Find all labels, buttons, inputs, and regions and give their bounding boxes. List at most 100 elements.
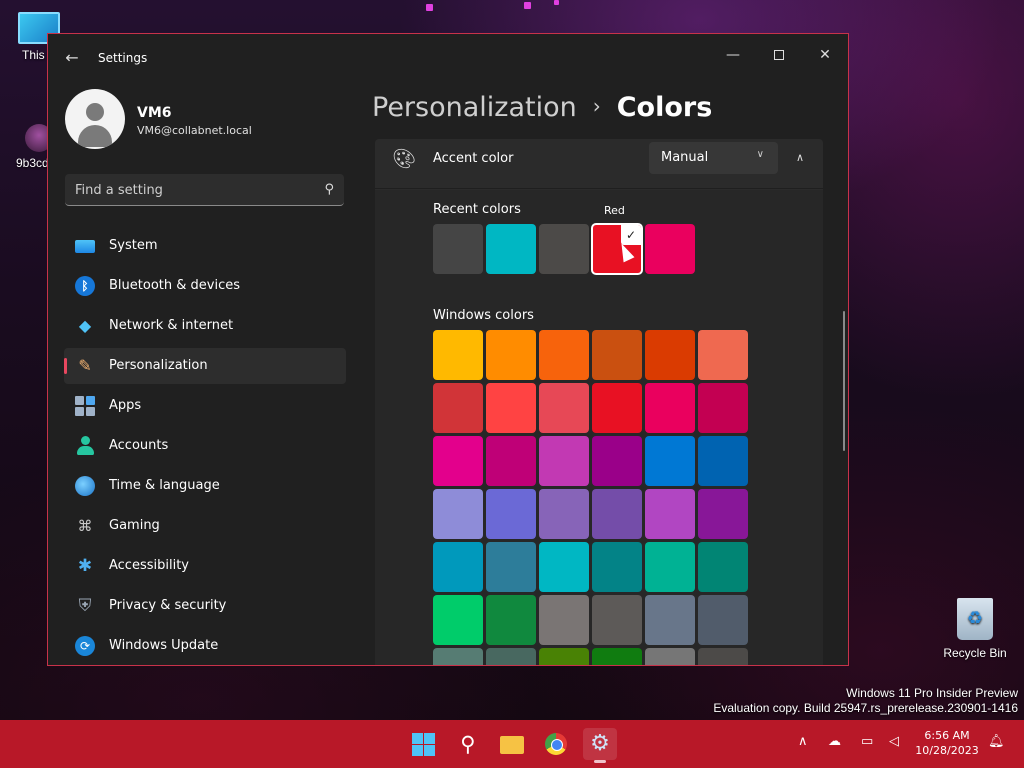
sidebar-item-accounts[interactable]: Accounts xyxy=(64,428,346,464)
windows-color-swatch[interactable] xyxy=(698,595,748,645)
windows-color-swatch[interactable] xyxy=(698,648,748,665)
sidebar-item-time-language[interactable]: Time & language xyxy=(64,468,346,504)
taskbar-settings[interactable]: ⚙ xyxy=(583,728,617,763)
recent-color-swatch[interactable] xyxy=(645,224,695,274)
collapse-button[interactable]: ∧ xyxy=(784,142,816,174)
windows-color-swatch[interactable] xyxy=(433,595,483,645)
windows-color-swatch[interactable] xyxy=(539,648,589,665)
windows-color-swatch[interactable] xyxy=(433,436,483,486)
avatar[interactable] xyxy=(65,89,125,149)
breadcrumb-parent[interactable]: Personalization xyxy=(372,92,577,123)
settings-window: ← Settings — ✕ VM6 VM6@collabnet.local F… xyxy=(47,33,849,666)
windows-color-swatch[interactable] xyxy=(698,436,748,486)
close-button[interactable]: ✕ xyxy=(802,40,848,70)
title-bar[interactable]: ← Settings — ✕ xyxy=(48,34,848,80)
windows-color-swatch[interactable] xyxy=(645,383,695,433)
windows-color-swatch[interactable] xyxy=(486,436,536,486)
windows-color-swatch[interactable] xyxy=(433,648,483,665)
recent-color-swatch[interactable] xyxy=(433,224,483,274)
windows-color-swatch[interactable] xyxy=(539,436,589,486)
sidebar-item-gaming[interactable]: ⌘ Gaming xyxy=(64,508,346,544)
sidebar-item-bluetooth[interactable]: ᛒ Bluetooth & devices xyxy=(64,268,346,304)
windows-color-swatch[interactable] xyxy=(486,595,536,645)
windows-color-swatch[interactable] xyxy=(486,330,536,380)
sidebar-item-windows-update[interactable]: ⟳ Windows Update xyxy=(64,628,346,664)
accent-color-header[interactable]: 🎨︎ Accent color Manual ∨ ∧ xyxy=(375,139,823,189)
windows-color-swatch[interactable] xyxy=(645,330,695,380)
maximize-button[interactable] xyxy=(756,40,802,70)
search-input[interactable]: Find a setting ⚲ xyxy=(65,174,344,206)
scrollbar[interactable] xyxy=(843,311,845,451)
windows-color-swatch[interactable] xyxy=(592,595,642,645)
sidebar-item-apps[interactable]: Apps xyxy=(64,388,346,424)
arrow-left-icon: ← xyxy=(65,48,79,67)
network-icon[interactable]: ▭ xyxy=(861,734,873,749)
windows-color-swatch[interactable] xyxy=(645,436,695,486)
watermark-line: Evaluation copy. Build 25947.rs_prerelea… xyxy=(713,701,1018,715)
windows-color-swatch[interactable] xyxy=(698,330,748,380)
sidebar-item-network[interactable]: ◆ Network & internet xyxy=(64,308,346,344)
taskbar-file-explorer[interactable] xyxy=(495,728,529,760)
windows-color-swatch[interactable] xyxy=(645,489,695,539)
sidebar-item-personalization[interactable]: ✎ Personalization xyxy=(64,348,346,384)
avatar-head xyxy=(86,103,104,121)
windows-color-swatch[interactable] xyxy=(486,383,536,433)
windows-color-swatch[interactable] xyxy=(592,489,642,539)
desktop-icon-recycle-bin[interactable]: Recycle Bin xyxy=(936,598,1014,660)
sidebar-item-label: Apps xyxy=(109,398,142,413)
windows-color-swatch[interactable] xyxy=(486,542,536,592)
gamepad-icon: ⌘ xyxy=(77,517,93,535)
globe-icon xyxy=(75,476,95,496)
start-button[interactable] xyxy=(407,728,441,760)
minimize-icon: — xyxy=(726,47,740,63)
chevron-down-icon: ∨ xyxy=(756,149,764,160)
recent-color-swatch[interactable] xyxy=(486,224,536,274)
windows-color-swatch[interactable] xyxy=(486,648,536,665)
breadcrumb: Personalization › Colors xyxy=(372,92,712,123)
onedrive-icon[interactable]: ☁ xyxy=(828,734,841,749)
windows-color-swatch[interactable] xyxy=(592,542,642,592)
windows-color-swatch[interactable] xyxy=(539,489,589,539)
sidebar-item-label: System xyxy=(109,238,158,253)
back-button[interactable]: ← xyxy=(62,48,82,68)
windows-color-swatch[interactable] xyxy=(433,383,483,433)
windows-color-swatch[interactable] xyxy=(433,542,483,592)
sidebar-item-accessibility[interactable]: ✱ Accessibility xyxy=(64,548,346,584)
taskbar-search-button[interactable]: ⚲ xyxy=(451,728,485,760)
windows-color-swatch[interactable] xyxy=(592,330,642,380)
windows-color-swatch[interactable] xyxy=(539,330,589,380)
recent-color-swatch[interactable] xyxy=(539,224,589,274)
sound-muted-icon[interactable]: ◁ xyxy=(889,734,899,749)
windows-color-swatch[interactable] xyxy=(592,436,642,486)
sidebar-item-label: Time & language xyxy=(109,478,220,493)
windows-color-swatch[interactable] xyxy=(539,383,589,433)
windows-color-swatch[interactable] xyxy=(539,542,589,592)
windows-color-swatch[interactable] xyxy=(645,595,695,645)
windows-color-swatch[interactable] xyxy=(698,489,748,539)
windows-color-swatch[interactable] xyxy=(698,542,748,592)
windows-color-swatch[interactable] xyxy=(592,648,642,665)
clock-date: 10/28/2023 xyxy=(915,744,979,757)
accessibility-icon: ✱ xyxy=(77,556,93,576)
accent-mode-dropdown[interactable]: Manual ∨ xyxy=(649,142,778,174)
sidebar-item-system[interactable]: System xyxy=(64,228,346,264)
windows-color-swatch[interactable] xyxy=(433,489,483,539)
clock[interactable]: 6:56 AM 10/28/2023 xyxy=(912,728,982,758)
brush-icon: ✎ xyxy=(78,356,92,375)
tray-overflow-button[interactable]: ∧ xyxy=(798,734,808,749)
windows-color-swatch[interactable] xyxy=(592,383,642,433)
taskbar-chrome[interactable] xyxy=(539,728,573,760)
accent-color-panel: 🎨︎ Accent color Manual ∨ ∧ Recent colors… xyxy=(375,139,823,665)
recycle-bin-icon xyxy=(957,598,993,640)
windows-color-swatch[interactable] xyxy=(433,330,483,380)
update-icon: ⟳ xyxy=(75,636,95,656)
windows-color-swatch[interactable] xyxy=(698,383,748,433)
sidebar-item-privacy[interactable]: ⛨ Privacy & security xyxy=(64,588,346,624)
apps-icon xyxy=(75,396,95,416)
windows-color-swatch[interactable] xyxy=(486,489,536,539)
windows-color-swatch[interactable] xyxy=(645,648,695,665)
windows-color-swatch[interactable] xyxy=(645,542,695,592)
notification-bell-icon[interactable]: 🔔︎ xyxy=(988,734,1005,749)
windows-color-swatch[interactable] xyxy=(539,595,589,645)
minimize-button[interactable]: — xyxy=(710,40,756,70)
